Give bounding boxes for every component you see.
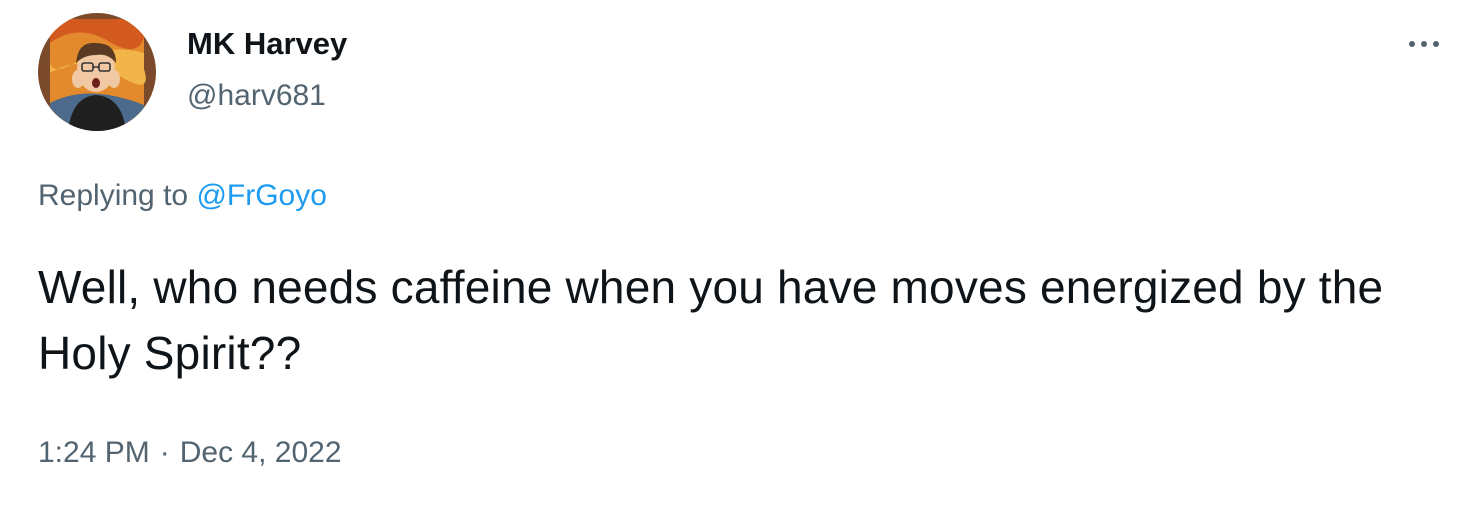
bitmoji-avatar-icon[interactable]: [38, 13, 156, 131]
replying-to-label: Replying to: [38, 179, 189, 212]
user-names: MK Harvey @harv681: [187, 24, 347, 116]
display-name[interactable]: MK Harvey: [187, 24, 347, 64]
tweet-timestamp: 1:24 PM · Dec 4, 2022: [38, 433, 342, 473]
replying-to: Replying to @FrGoyo: [38, 176, 327, 216]
tweet-time[interactable]: 1:24 PM: [38, 436, 150, 469]
more-horizontal-icon: [1433, 41, 1439, 47]
tweet-text: Well, who needs caffeine when you have m…: [38, 261, 1384, 379]
meta-separator: ·: [159, 436, 170, 469]
tweet-date[interactable]: Dec 4, 2022: [180, 436, 342, 469]
tweet-card: MK Harvey @harv681 Replying to @FrGoyo W…: [0, 0, 1474, 512]
more-button[interactable]: [1400, 24, 1448, 64]
user-handle[interactable]: @harv681: [187, 76, 347, 116]
more-horizontal-icon: [1409, 41, 1415, 47]
mention-link[interactable]: @FrGoyo: [196, 179, 326, 212]
more-horizontal-icon: [1421, 41, 1427, 47]
